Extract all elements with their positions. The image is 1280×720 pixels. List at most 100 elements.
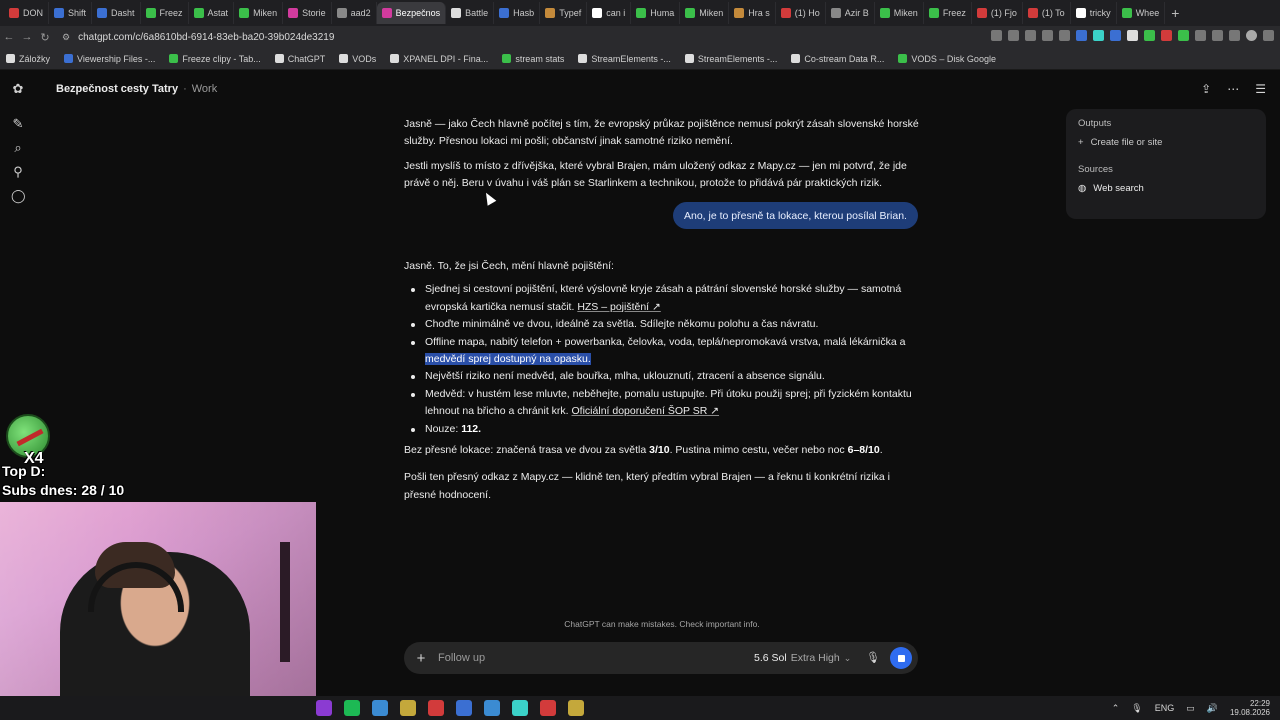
browser-tab[interactable]: (1) Ho (776, 2, 826, 24)
sop-recommendation-link[interactable]: Oficiální doporučení ŠOP SR ↗ (572, 405, 720, 417)
extension-icon[interactable] (1195, 30, 1206, 41)
extension-icon[interactable] (1110, 30, 1121, 41)
taskbar-app-icon[interactable] (456, 700, 472, 716)
extension-icon[interactable] (1042, 30, 1053, 41)
prompt-input[interactable] (438, 652, 738, 664)
extension-icon[interactable] (1212, 30, 1223, 41)
bookmark-item[interactable]: ChatGPT (274, 54, 325, 64)
browser-tab[interactable]: Azir B (826, 2, 875, 24)
new-tab-button[interactable]: + (1165, 5, 1185, 21)
web-search-source[interactable]: ◍ Web search (1078, 183, 1254, 194)
reload-icon[interactable]: ↻ (36, 31, 54, 44)
extension-icon[interactable] (1008, 30, 1019, 41)
extension-icon[interactable] (1144, 30, 1155, 41)
taskbar-app-icon[interactable] (400, 700, 416, 716)
browser-tab[interactable]: Storie (283, 2, 332, 24)
stop-generating-button[interactable] (890, 647, 912, 669)
browser-tab[interactable]: Whee (1117, 2, 1166, 24)
selected-text[interactable]: medvědí sprej dostupný na opasku. (425, 353, 591, 366)
pin-icon[interactable]: ⚲ (11, 165, 25, 179)
browser-tab[interactable]: Miken (234, 2, 284, 24)
chat-title[interactable]: Bezpečnost cesty Tatry (56, 83, 178, 95)
extension-icon[interactable] (1025, 30, 1036, 41)
taskbar-app-icon[interactable] (372, 700, 388, 716)
chat-bubble-icon[interactable]: ◯ (11, 189, 26, 203)
new-chat-icon[interactable]: ✎ (11, 117, 25, 131)
browser-tab[interactable]: Huma (631, 2, 681, 24)
browser-tab[interactable]: Dasht (92, 2, 141, 24)
bookmark-item[interactable]: StreamElements -... (684, 54, 777, 64)
browser-tab[interactable]: Freez (924, 2, 972, 24)
menu-icon[interactable] (1263, 30, 1274, 41)
taskbar-app-icon[interactable] (316, 700, 332, 716)
bookmark-item[interactable]: Viewership Files -... (64, 54, 155, 64)
browser-tab[interactable]: Astat (189, 2, 235, 24)
tab-label: Hra s (748, 8, 770, 18)
browser-tab[interactable]: aad2 (332, 2, 377, 24)
volume-icon[interactable]: 🔊 (1207, 703, 1218, 714)
tab-label: Battle (465, 8, 489, 18)
share-icon[interactable]: ⇪ (1201, 82, 1211, 96)
openai-logo-icon[interactable]: ✿ (11, 82, 25, 96)
browser-tab[interactable]: Miken (680, 2, 730, 24)
more-options-icon[interactable]: ⋯ (1227, 82, 1239, 96)
bookmark-item[interactable]: VODs (339, 54, 376, 64)
download-icon[interactable] (1229, 30, 1240, 41)
bookmark-item[interactable]: Freeze clipy - Tab... (169, 54, 261, 64)
taskbar-app-icon[interactable] (344, 700, 360, 716)
search-icon[interactable]: ⌕ (11, 141, 25, 155)
browser-tab[interactable]: DON (4, 2, 49, 24)
bookmark-item[interactable]: Záložky (6, 54, 50, 64)
taskbar-app-icon[interactable] (540, 700, 556, 716)
bookmark-item[interactable]: stream stats (502, 54, 564, 64)
browser-tab[interactable]: Freez (141, 2, 189, 24)
taskbar-app-icon[interactable] (512, 700, 528, 716)
profile-icon[interactable] (1246, 30, 1257, 41)
bookmark-star-icon[interactable] (1059, 30, 1070, 41)
bookmark-item[interactable]: Co-stream Data R... (791, 54, 884, 64)
extension-icon[interactable] (1076, 30, 1087, 41)
create-file-button[interactable]: + Create file or site (1078, 137, 1254, 148)
browser-tab[interactable]: can i (587, 2, 632, 24)
browser-tab[interactable]: Battle (446, 2, 495, 24)
chat-header: Bezpečnost cesty Tatry · Work ⇪ ⋯ ☰ (36, 70, 1280, 108)
browser-tab[interactable]: (1) To (1023, 2, 1071, 24)
network-icon[interactable]: ▭ (1186, 703, 1195, 714)
taskbar-app-icon[interactable] (484, 700, 500, 716)
tab-label: Miken (893, 8, 918, 18)
browser-tab[interactable]: tricky (1071, 2, 1117, 24)
tab-favicon-icon (239, 8, 250, 18)
extension-icon[interactable] (991, 30, 1002, 41)
site-info-icon[interactable]: ⚙ (62, 32, 70, 43)
project-name[interactable]: Work (192, 83, 217, 95)
panel-toggle-icon[interactable]: ☰ (1255, 82, 1266, 96)
forward-icon[interactable]: → (18, 31, 36, 43)
mic-tray-icon[interactable]: 🎙 (1131, 703, 1142, 714)
hzs-insurance-link[interactable]: HZS – pojištění ↗ (577, 301, 661, 313)
browser-tab[interactable]: Hra s (729, 2, 776, 24)
extension-icon[interactable] (1178, 30, 1189, 41)
language-indicator[interactable]: ENG (1155, 703, 1175, 713)
taskbar-app-icon[interactable] (428, 700, 444, 716)
bookmark-item[interactable]: VODS – Disk Google (898, 54, 996, 64)
clock[interactable]: 22:29 19.08.2026 (1230, 699, 1270, 717)
extension-icon[interactable] (1161, 30, 1172, 41)
model-selector[interactable]: 5.6 Sol Extra High ⌄ (754, 642, 851, 674)
browser-tab[interactable]: Bezpečnos (376, 2, 447, 24)
tray-chevron-icon[interactable]: ⌃ (1112, 703, 1120, 714)
url-field[interactable]: ⚙ chatgpt.com/c/6a8610bd-6914-83eb-ba20-… (62, 32, 334, 43)
browser-tab[interactable]: Shift (49, 2, 93, 24)
browser-tab[interactable]: Hasb (494, 2, 541, 24)
microphone-icon[interactable]: 🎙 (866, 651, 880, 664)
extension-icon[interactable] (1127, 30, 1138, 41)
bookmark-item[interactable]: XPANEL DPI - Fina... (390, 54, 488, 64)
taskbar-app-icon[interactable] (568, 700, 584, 716)
attach-plus-icon[interactable]: + (404, 650, 438, 667)
browser-tab[interactable]: Miken (875, 2, 924, 24)
bookmark-label: stream stats (515, 53, 565, 64)
browser-tab[interactable]: (1) Fjo (972, 2, 1023, 24)
extension-icon[interactable] (1093, 30, 1104, 41)
bookmark-item[interactable]: StreamElements -... (578, 54, 671, 64)
browser-tab[interactable]: Typef (540, 2, 588, 24)
back-icon[interactable]: ← (0, 31, 18, 43)
